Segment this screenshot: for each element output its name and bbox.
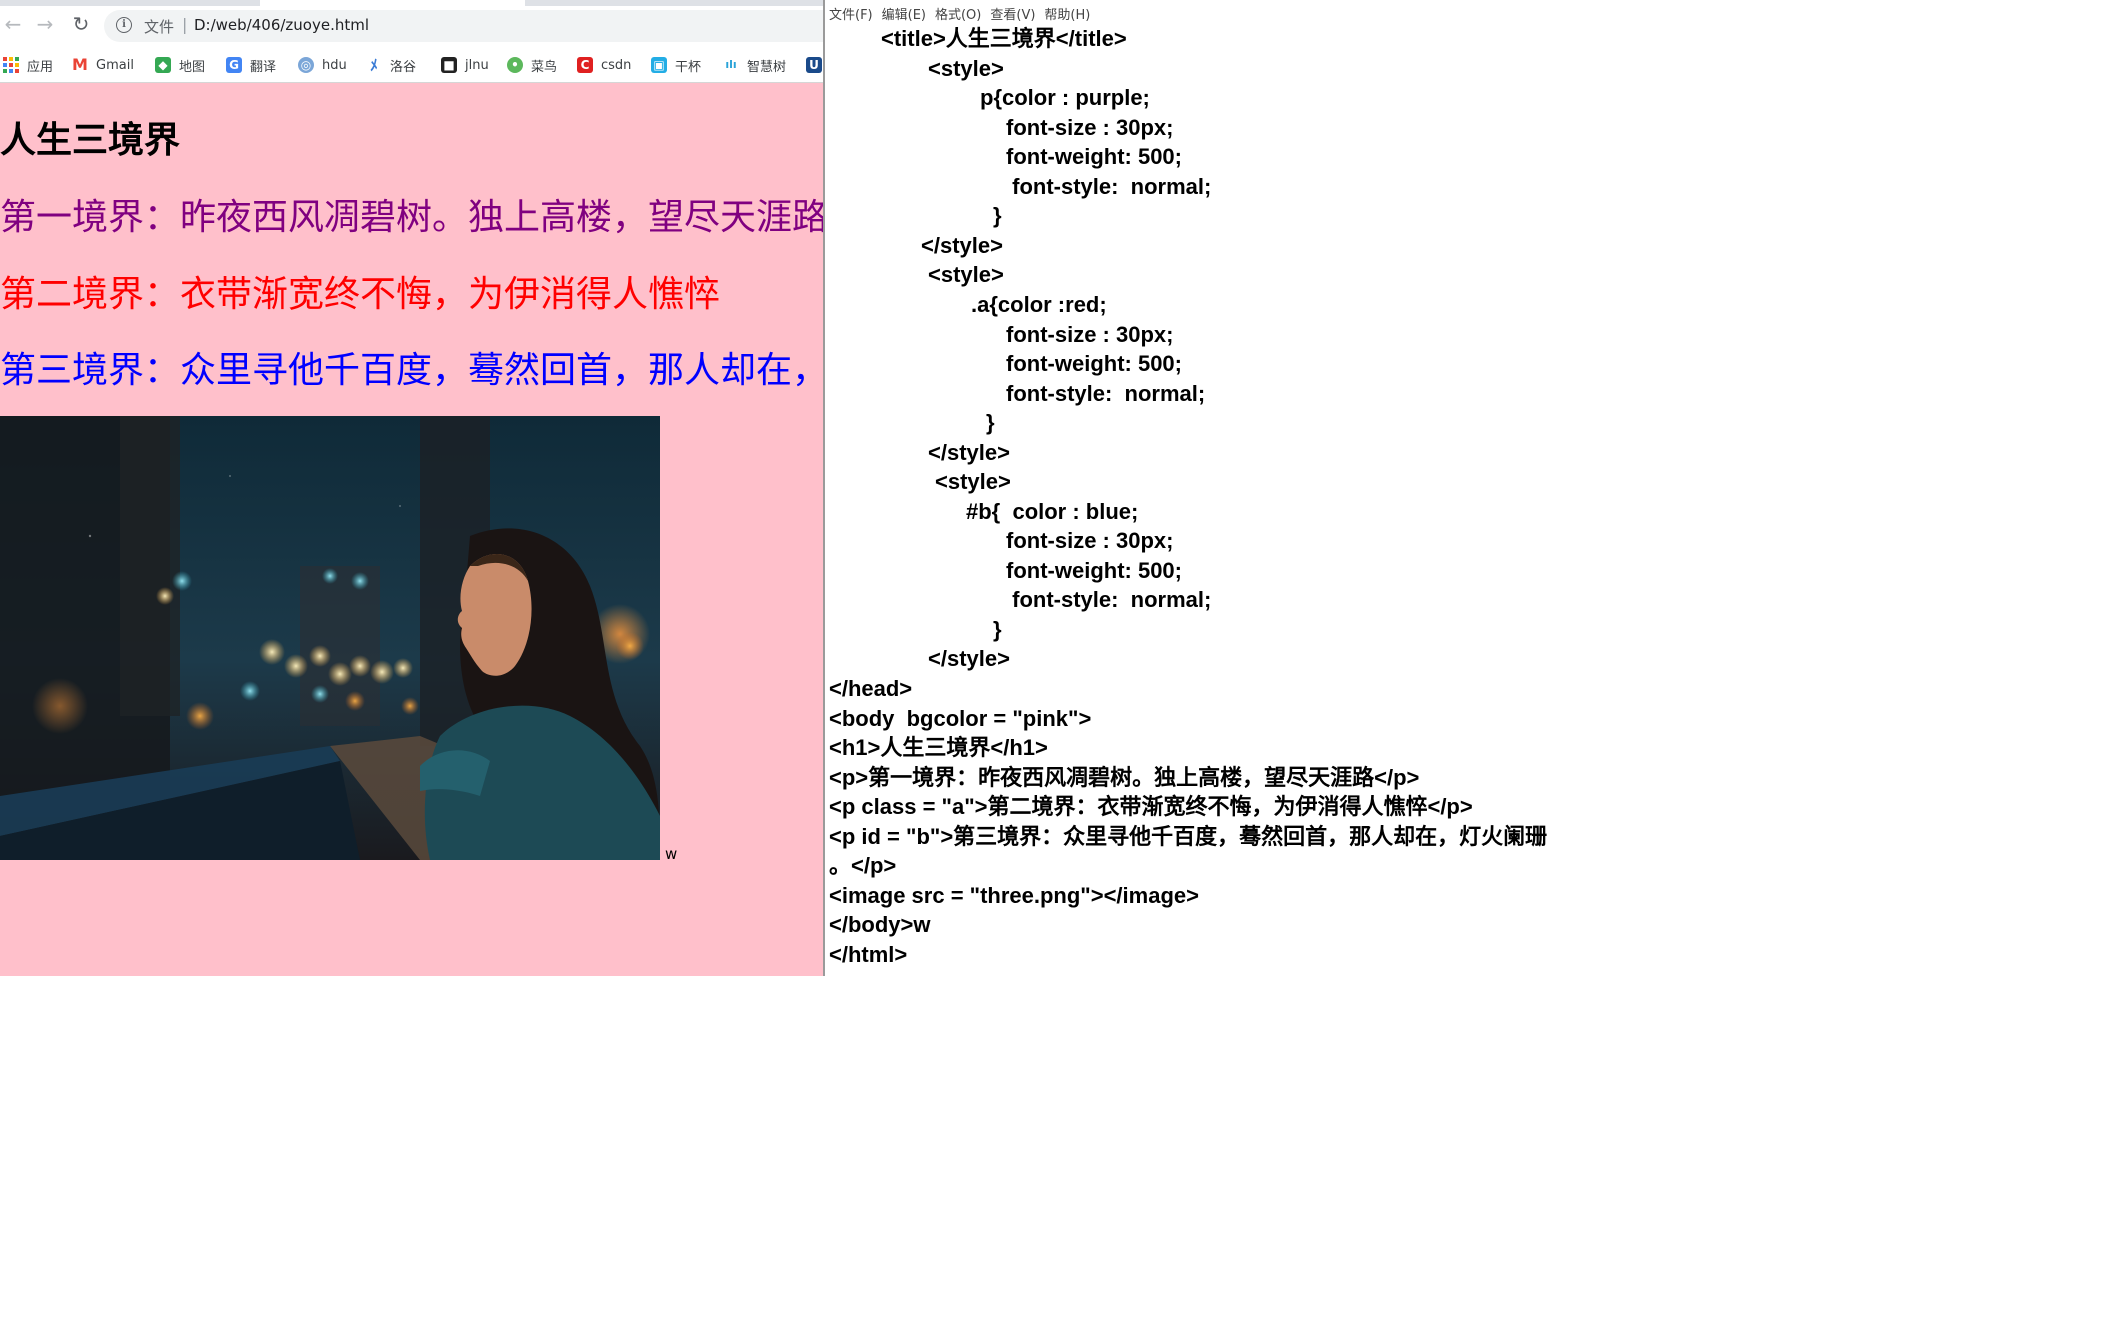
tab-strip-edge xyxy=(0,0,260,6)
notepad-window: 文件(F) 编辑(E) 格式(O) 查看(V) 帮助(H) <title>人生三… xyxy=(825,0,1568,976)
code-line: #b{ color : blue; xyxy=(966,499,1139,524)
night-city-photo xyxy=(0,416,660,860)
tab-strip-edge xyxy=(525,0,823,6)
code-line: <image src = "three.png"></image> xyxy=(829,883,1199,908)
gmail-icon: M xyxy=(72,55,88,74)
bookmark-maps[interactable]: ◆ 地图 xyxy=(155,53,205,77)
code-line: font-size : 30px; xyxy=(1006,322,1174,347)
menu-format[interactable]: 格式(O) xyxy=(931,0,986,24)
runoob-icon: • xyxy=(507,57,523,73)
bookmark-label: 应用 xyxy=(27,59,54,75)
code-line: .a{color :red; xyxy=(971,292,1107,317)
u-icon: U xyxy=(806,57,822,73)
code-line: <p>第一境界：昨夜西风凋碧树。独上高楼，望尽天涯路</p> xyxy=(829,765,1420,790)
address-url[interactable]: D:/web/406/zuoye.html xyxy=(194,16,369,34)
code-line: font-size : 30px; xyxy=(1006,528,1174,553)
bookmark-jlnu[interactable]: ■ jlnu xyxy=(441,53,489,77)
bookmark-label: 智慧树 xyxy=(747,59,787,75)
code-line: font-weight: 500; xyxy=(1006,351,1182,376)
forward-arrow-icon[interactable]: → xyxy=(32,11,58,37)
bookmark-label: 翻译 xyxy=(250,59,277,75)
code-line: font-weight: 500; xyxy=(1006,144,1182,169)
code-line: 。</p> xyxy=(829,853,897,878)
bookmark-runoob[interactable]: • 菜鸟 xyxy=(507,53,557,77)
hdu-icon: ◎ xyxy=(298,57,314,73)
paragraph-second-realm: 第二境界：衣带渐宽终不悔，为伊消得人憔悴 xyxy=(0,274,721,315)
bookmarks-bar: 应用 M Gmail ◆ 地图 G 翻译 ◎ hdu ﾒ 洛谷 ■ jlnu •… xyxy=(0,48,823,83)
bookmark-label: Gmail xyxy=(96,57,134,73)
address-separator: | xyxy=(182,15,188,34)
code-line: } xyxy=(993,203,1002,228)
bookmark-apps[interactable]: 应用 xyxy=(3,53,53,77)
address-bar[interactable]: i 文件 | D:/web/406/zuoye.html xyxy=(104,10,823,42)
trailing-text: w xyxy=(665,845,678,863)
bookmark-bilibili[interactable]: ▣ 干杯 xyxy=(651,53,701,77)
bookmark-u[interactable]: U xyxy=(806,53,822,77)
code-line: <p class = "a">第二境界：衣带渐宽终不悔，为伊消得人憔悴</p> xyxy=(829,794,1473,819)
page-heading: 人生三境界 xyxy=(0,120,181,161)
bookmark-luogu[interactable]: ﾒ 洛谷 xyxy=(366,53,416,77)
menu-help[interactable]: 帮助(H) xyxy=(1040,0,1095,24)
back-arrow-icon[interactable]: ← xyxy=(0,11,26,37)
bookmark-label: 地图 xyxy=(179,59,206,75)
info-icon[interactable]: i xyxy=(116,17,132,33)
code-line: </style> xyxy=(928,440,1010,465)
code-line: <style> xyxy=(935,469,1011,494)
reload-icon[interactable]: ↻ xyxy=(68,11,94,37)
code-line: </html> xyxy=(829,942,908,967)
paragraph-first-realm: 第一境界：昨夜西风凋碧树。独上高楼，望尽天涯路 xyxy=(0,197,823,238)
paragraph-third-realm: 第三境界：众里寻他千百度，蓦然回首，那人却在，灯火阑珊 xyxy=(0,350,823,391)
code-line: font-style: normal; xyxy=(1006,587,1212,612)
code-line: <p id = "b">第三境界：众里寻他千百度，蓦然回首，那人却在，灯火阑珊 xyxy=(829,824,1548,849)
menu-file[interactable]: 文件(F) xyxy=(825,0,878,24)
code-line: font-style: normal; xyxy=(1006,174,1212,199)
luogu-icon: ﾒ xyxy=(370,56,378,74)
code-line: font-weight: 500; xyxy=(1006,558,1182,583)
code-line: p{color : purple; xyxy=(980,85,1150,110)
code-line: <style> xyxy=(928,56,1004,81)
bookmark-zhihuishu[interactable]: ılı 智慧树 xyxy=(723,53,786,77)
translate-icon: G xyxy=(226,57,242,73)
bilibili-icon: ▣ xyxy=(651,57,667,73)
bookmark-csdn[interactable]: C csdn xyxy=(577,53,631,77)
address-scheme: 文件 xyxy=(144,18,175,36)
apps-grid-icon xyxy=(3,57,19,73)
code-line: <style> xyxy=(928,262,1004,287)
menu-edit[interactable]: 编辑(E) xyxy=(878,0,931,24)
bookmark-label: 菜鸟 xyxy=(531,59,558,75)
browser-window: ← → ↻ i 文件 | D:/web/406/zuoye.html 应用 M … xyxy=(0,0,823,976)
code-line: } xyxy=(986,410,995,435)
bookmark-label: 干杯 xyxy=(675,59,702,75)
bookmark-label: 洛谷 xyxy=(390,59,417,75)
code-line: </body>w xyxy=(829,912,931,937)
code-line: </head> xyxy=(829,676,913,701)
code-line: <h1>人生三境界</h1> xyxy=(829,735,1048,760)
bookmark-gmail[interactable]: M Gmail xyxy=(72,53,134,77)
bookmark-label: jlnu xyxy=(465,57,489,73)
code-line: font-style: normal; xyxy=(1006,381,1206,406)
bookmark-label: hdu xyxy=(322,57,347,73)
browser-toolbar: ← → ↻ i 文件 | D:/web/406/zuoye.html xyxy=(0,0,823,48)
page-content: 人生三境界 第一境界：昨夜西风凋碧树。独上高楼，望尽天涯路 第二境界：衣带渐宽终… xyxy=(0,83,823,976)
code-line: font-size : 30px; xyxy=(1006,115,1174,140)
bookmark-hdu[interactable]: ◎ hdu xyxy=(298,53,347,77)
code-line: <title>人生三境界</title> xyxy=(881,26,1127,51)
code-line: </style> xyxy=(928,646,1010,671)
bookmark-label: csdn xyxy=(601,57,632,73)
csdn-icon: C xyxy=(577,57,593,73)
menu-bar: 文件(F) 编辑(E) 格式(O) 查看(V) 帮助(H) xyxy=(825,0,1568,24)
zhihuishu-icon: ılı xyxy=(725,58,737,71)
jlnu-icon: ■ xyxy=(441,57,457,73)
code-line: <body bgcolor = "pink"> xyxy=(829,706,1092,731)
maps-icon: ◆ xyxy=(155,57,171,73)
bookmark-translate[interactable]: G 翻译 xyxy=(226,53,276,77)
code-line: } xyxy=(993,617,1002,642)
menu-view[interactable]: 查看(V) xyxy=(986,0,1040,24)
code-line: </style> xyxy=(921,233,1003,258)
